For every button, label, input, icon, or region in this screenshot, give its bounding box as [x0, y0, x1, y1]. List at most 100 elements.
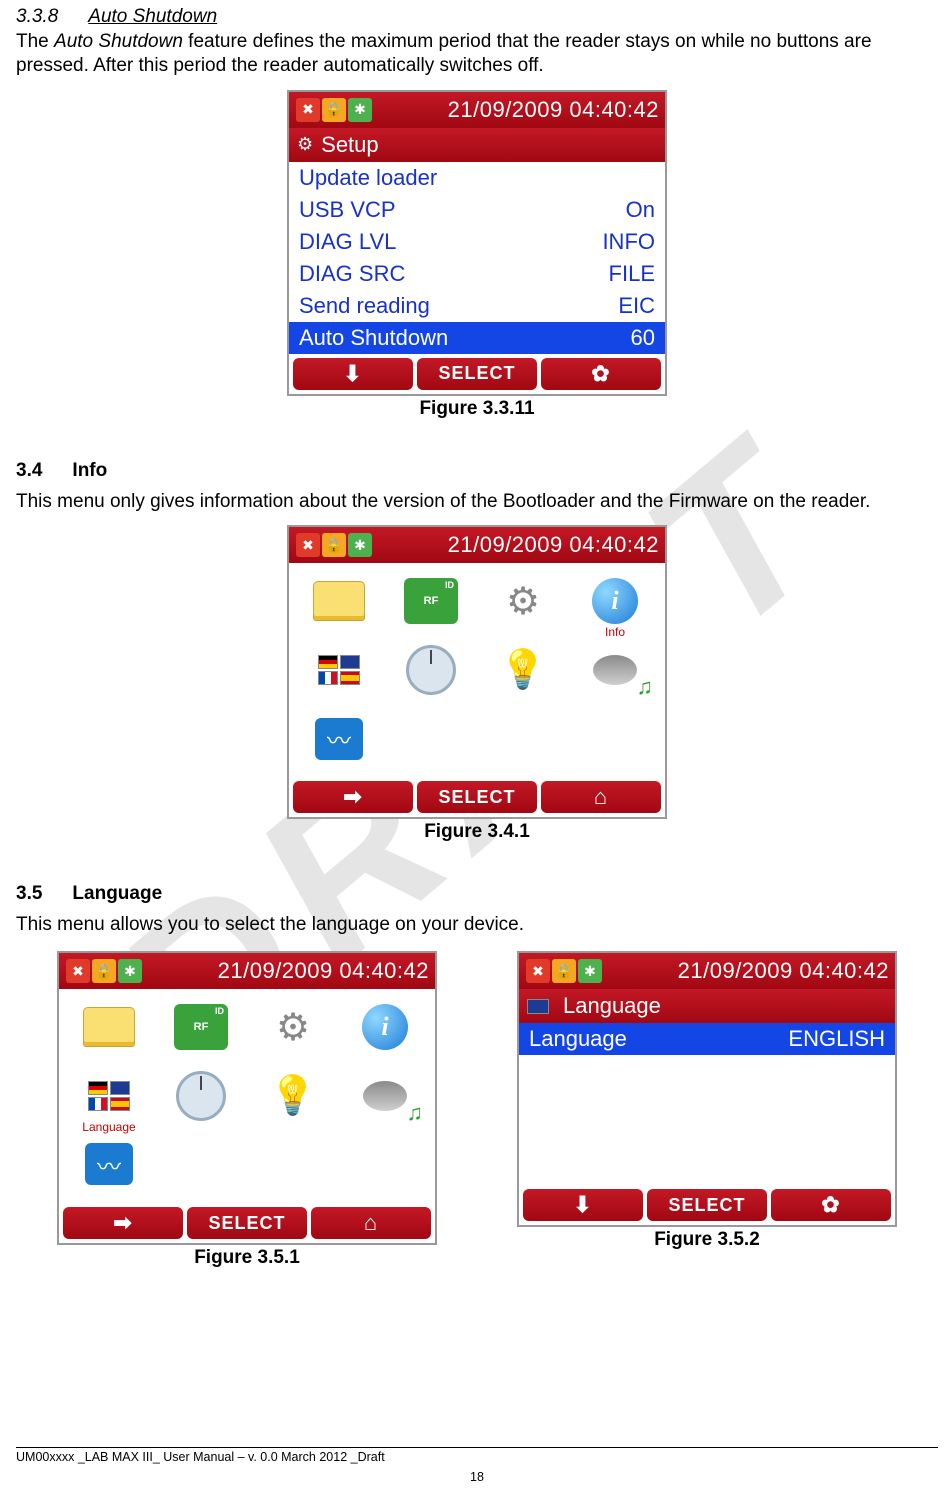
gear-icon: ⚙: [297, 134, 313, 155]
app-settings-icon[interactable]: ⚙: [479, 569, 567, 633]
menu-update-loader-label: Update loader: [299, 165, 437, 191]
softkey-next[interactable]: ➡: [63, 1207, 183, 1239]
softkey-settings[interactable]: ✿: [771, 1189, 891, 1221]
status-timestamp: 21/09/2009 04:40:42: [448, 97, 659, 123]
softkey-select[interactable]: SELECT: [647, 1189, 767, 1221]
flag-fr-icon: [318, 671, 338, 685]
page-content: 3.3.8 Auto Shutdown The Auto Shutdown fe…: [0, 0, 952, 1279]
menu-send-reading-value: EIC: [618, 293, 655, 319]
status-bar: ✖ 🔒 ✱ 21/09/2009 04:40:42: [289, 92, 665, 128]
softkey-bar: ⬇ SELECT ✿: [519, 1185, 895, 1225]
music-note-icon: ♫: [407, 1100, 424, 1126]
menu-auto-shutdown[interactable]: Auto Shutdown 60: [289, 322, 665, 354]
menu-diag-lvl[interactable]: DIAG LVL INFO: [289, 226, 665, 258]
menu-update-loader[interactable]: Update loader: [289, 162, 665, 194]
rf-label: RF: [194, 1021, 209, 1033]
rf-label: RF: [424, 595, 439, 607]
gear-icon: ✿: [591, 361, 610, 387]
home-icon: ⌂: [364, 1210, 378, 1236]
menu-diag-src-value: FILE: [609, 261, 655, 287]
app-chart-icon[interactable]: 〰: [295, 707, 383, 771]
app-info-icon[interactable]: [341, 995, 429, 1059]
status-icon-3: ✱: [348, 98, 372, 122]
menu-send-reading[interactable]: Send reading EIC: [289, 290, 665, 322]
app-settings-icon[interactable]: ⚙: [249, 995, 337, 1059]
menu-diag-lvl-label: DIAG LVL: [299, 229, 396, 255]
flag-es-icon: [340, 671, 360, 685]
status-icon-2: 🔒: [322, 98, 346, 122]
status-timestamp: 21/09/2009 04:40:42: [448, 532, 659, 558]
panel-header-language: Language: [519, 989, 895, 1023]
menu-language-label: Language: [529, 1026, 627, 1052]
menu-diag-src[interactable]: DIAG SRC FILE: [289, 258, 665, 290]
app-sound-icon[interactable]: ♫: [571, 638, 659, 702]
softkey-down[interactable]: ⬇: [293, 358, 413, 390]
app-bulb-icon[interactable]: 💡: [249, 1064, 337, 1128]
softkey-bar: ➡ SELECT ⌂: [59, 1203, 435, 1243]
section-34-num: 3.4: [16, 460, 42, 482]
section-34-header: 3.4 Info: [16, 460, 938, 482]
menu-diag-src-label: DIAG SRC: [299, 261, 405, 287]
flag-uk-icon: [340, 655, 360, 669]
menu-language-row[interactable]: Language ENGLISH: [519, 1023, 895, 1055]
softkey-select[interactable]: SELECT: [417, 358, 537, 390]
footer-line: UM00xxxx _LAB MAX III_ User Manual – v. …: [16, 1450, 938, 1464]
app-folder-icon[interactable]: [295, 569, 383, 633]
menu-usb-vcp[interactable]: USB VCP On: [289, 194, 665, 226]
app-rf-icon[interactable]: RF: [157, 995, 245, 1059]
softkey-bar: ⬇ SELECT ✿: [289, 354, 665, 394]
softkey-settings[interactable]: ✿: [541, 358, 661, 390]
panel-title: Setup: [321, 132, 379, 158]
menu-send-reading-label: Send reading: [299, 293, 430, 319]
device-screenshot-language-grid: ✖ 🔒 ✱ 21/09/2009 04:40:42 RF ⚙: [57, 951, 437, 1245]
section-34-title: Info: [72, 460, 107, 482]
app-clock-icon[interactable]: [157, 1064, 245, 1128]
menu-usb-vcp-value: On: [626, 197, 655, 223]
app-grid: RF ⚙ Language 💡 ♫: [59, 989, 435, 1203]
app-language-icon[interactable]: [295, 638, 383, 702]
app-clock-icon[interactable]: [387, 638, 475, 702]
section-338-paragraph: The Auto Shutdown feature defines the ma…: [16, 30, 938, 78]
arrow-down-icon: ⬇: [573, 1192, 592, 1218]
softkey-home[interactable]: ⌂: [311, 1207, 431, 1239]
menu-diag-lvl-value: INFO: [602, 229, 655, 255]
status-icon-1: ✖: [526, 959, 550, 983]
softkey-select[interactable]: SELECT: [187, 1207, 307, 1239]
status-bar: ✖ 🔒 ✱ 21/09/2009 04:40:42: [59, 953, 435, 989]
status-icon-2: 🔒: [322, 533, 346, 557]
app-rf-icon[interactable]: RF: [387, 569, 475, 633]
gear-icon: ✿: [821, 1192, 840, 1218]
device-screenshot-language-menu: ✖ 🔒 ✱ 21/09/2009 04:40:42 Language Langu…: [517, 951, 897, 1227]
softkey-bar: ➡ SELECT ⌂: [289, 777, 665, 817]
app-chart-icon[interactable]: 〰: [65, 1132, 153, 1196]
device-screenshot-info: ✖ 🔒 ✱ 21/09/2009 04:40:42 RF ⚙ Info: [287, 525, 667, 819]
chart-line-icon: 〰: [327, 721, 351, 756]
app-info-icon[interactable]: Info: [571, 569, 659, 633]
device-screenshot-setup: ✖ 🔒 ✱ 21/09/2009 04:40:42 ⚙ Setup Update…: [287, 90, 667, 396]
section-35-paragraph: This menu allows you to select the langu…: [16, 913, 938, 937]
status-icon-3: ✱: [118, 959, 142, 983]
arrow-down-icon: ⬇: [343, 361, 362, 387]
menu-auto-shutdown-value: 60: [631, 325, 655, 351]
status-icon-3: ✱: [578, 959, 602, 983]
section-338-num: 3.3.8: [16, 6, 58, 28]
app-folder-icon[interactable]: [65, 995, 153, 1059]
softkey-next[interactable]: ➡: [293, 781, 413, 813]
softkey-down[interactable]: ⬇: [523, 1189, 643, 1221]
flag-de-icon: [318, 655, 338, 669]
softkey-select[interactable]: SELECT: [417, 781, 537, 813]
app-bulb-icon[interactable]: 💡: [479, 638, 567, 702]
app-sound-icon[interactable]: ♫: [341, 1064, 429, 1128]
p338-pre: The: [16, 31, 54, 52]
status-timestamp: 21/09/2009 04:40:42: [218, 958, 429, 984]
softkey-home[interactable]: ⌂: [541, 781, 661, 813]
flag-de-icon: [88, 1081, 108, 1095]
setup-menu: Update loader USB VCP On DIAG LVL INFO D…: [289, 162, 665, 354]
section-35-header: 3.5 Language: [16, 883, 938, 905]
menu-empty-area: [519, 1055, 895, 1185]
menu-language-value: ENGLISH: [788, 1026, 885, 1052]
status-bar: ✖ 🔒 ✱ 21/09/2009 04:40:42: [519, 953, 895, 989]
panel-title: Language: [563, 993, 661, 1019]
flag-es-icon: [110, 1097, 130, 1111]
app-language-icon[interactable]: Language: [65, 1064, 153, 1128]
